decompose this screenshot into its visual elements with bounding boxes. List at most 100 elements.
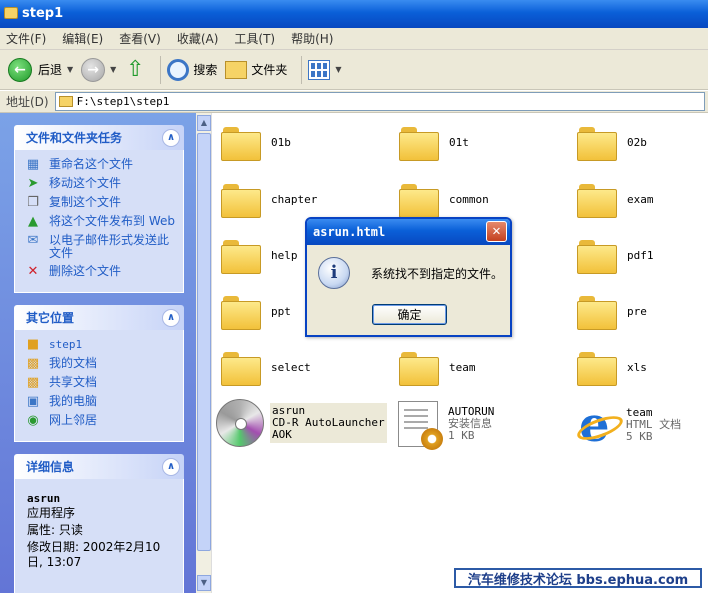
forward-arrow-icon: → (81, 57, 106, 82)
folder-label: pdf1 (627, 248, 654, 262)
scroll-up-icon[interactable]: ▲ (197, 115, 211, 131)
address-path: F:\step1\step1 (76, 95, 170, 108)
folder-icon: ■ (26, 337, 40, 352)
other-places-header[interactable]: 其它位置 ∧ (14, 305, 184, 330)
chevron-down-icon[interactable]: ▼ (110, 65, 116, 74)
folder-item[interactable]: chapter (221, 182, 317, 218)
place-label: 我的电脑 (49, 394, 98, 408)
place-label: 共享文档 (49, 375, 98, 389)
folder-icon (399, 350, 439, 386)
folder-item[interactable]: team (399, 350, 476, 386)
folder-icon (577, 238, 617, 274)
details-title: 详细信息 (26, 460, 75, 474)
back-button[interactable]: ← 后退 ▼ (8, 57, 73, 82)
folder-item[interactable]: ppt (221, 294, 291, 330)
file-item-asrun[interactable]: asrun CD-R AutoLauncher AOK (216, 399, 387, 447)
details-modified: 修改日期: 2002年2月10日, 13:07 (27, 540, 161, 569)
folder-icon (577, 350, 617, 386)
place-my-computer[interactable]: ▣ 我的电脑 (25, 395, 175, 409)
email-icon: ✉ (27, 233, 39, 248)
folder-item[interactable]: xls (577, 350, 647, 386)
cd-icon (216, 399, 264, 447)
task-label: 删除这个文件 (49, 264, 122, 278)
task-delete[interactable]: ✕ 删除这个文件 (25, 265, 175, 279)
details-file-type: 应用程序 (27, 506, 76, 520)
views-icon (308, 59, 331, 80)
folder-item[interactable]: 01b (221, 125, 291, 161)
rename-icon: ▦ (26, 157, 40, 172)
forward-button[interactable]: → ▼ (81, 57, 116, 82)
folder-label: 01t (449, 135, 469, 149)
folder-item[interactable]: exam (577, 182, 654, 218)
folder-item[interactable]: pre (577, 294, 647, 330)
vertical-scrollbar[interactable]: ▲ ▼ (196, 113, 212, 593)
back-arrow-icon: ← (8, 57, 32, 82)
address-label: 地址(D) (6, 95, 49, 109)
folder-up-icon: ⇧ (126, 56, 145, 82)
file-item-autorun[interactable]: AUTORUN 安装信息 1 KB (398, 401, 494, 450)
copy-icon: ❐ (27, 195, 39, 210)
views-button[interactable]: ▼ (308, 59, 342, 80)
task-publish-web[interactable]: ▲ 将这个文件发布到 Web (25, 215, 175, 229)
folder-label: 02b (627, 135, 647, 149)
chevron-down-icon[interactable]: ▼ (335, 65, 341, 74)
my-documents-icon: ▩ (26, 356, 40, 371)
info-icon: i (318, 257, 350, 289)
move-icon: ➤ (27, 176, 39, 191)
collapse-up-icon[interactable]: ∧ (162, 128, 180, 147)
toolbar-divider (301, 55, 303, 84)
address-input[interactable]: F:\step1\step1 (54, 92, 705, 111)
task-label: 将这个文件发布到 Web (49, 214, 175, 228)
scroll-thumb[interactable] (197, 133, 211, 551)
folder-label: common (449, 192, 489, 206)
error-dialog: asrun.html ✕ i 系统找不到指定的文件。 确定 (305, 217, 512, 337)
folder-item[interactable]: select (221, 350, 311, 386)
folder-item[interactable]: help (221, 238, 298, 274)
folder-icon (4, 7, 18, 19)
file-tasks-title: 文件和文件夹任务 (26, 131, 123, 145)
details-header[interactable]: 详细信息 ∧ (14, 454, 184, 479)
ok-button[interactable]: 确定 (372, 304, 447, 325)
toolbar: ← 后退 ▼ → ▼ ⇧ 搜索 文件夹 ▼ (0, 50, 708, 90)
place-step1[interactable]: ■ step1 (25, 338, 175, 352)
chevron-down-icon[interactable]: ▼ (67, 65, 73, 74)
place-my-documents[interactable]: ▩ 我的文档 (25, 357, 175, 371)
folder-label: help (271, 248, 298, 262)
folder-item[interactable]: 02b (577, 125, 647, 161)
place-network[interactable]: ◉ 网上邻居 (25, 414, 175, 428)
folder-icon (58, 96, 73, 107)
publish-web-icon: ▲ (28, 214, 38, 229)
folders-button[interactable]: 文件夹 (225, 60, 287, 79)
task-email[interactable]: ✉ 以电子邮件形式发送此文件 (25, 234, 175, 260)
menu-edit[interactable]: 编辑(E) (62, 30, 103, 47)
menu-favorites[interactable]: 收藏(A) (177, 30, 219, 47)
collapse-up-icon[interactable]: ∧ (162, 457, 180, 476)
task-rename[interactable]: ▦ 重命名这个文件 (25, 158, 175, 172)
place-shared-documents[interactable]: ▩ 共享文档 (25, 376, 175, 390)
up-button[interactable]: ⇧ (124, 56, 146, 82)
folder-item[interactable]: common (399, 182, 489, 218)
delete-icon: ✕ (27, 264, 39, 279)
collapse-up-icon[interactable]: ∧ (162, 308, 180, 327)
scroll-down-icon[interactable]: ▼ (197, 575, 211, 591)
search-button[interactable]: 搜索 (167, 58, 217, 81)
task-copy[interactable]: ❐ 复制这个文件 (25, 196, 175, 210)
task-label: 以电子邮件形式发送此文件 (49, 233, 170, 260)
menu-help[interactable]: 帮助(H) (291, 30, 333, 47)
shared-documents-icon: ▩ (26, 375, 40, 390)
close-icon[interactable]: ✕ (486, 221, 507, 242)
menu-tools[interactable]: 工具(T) (234, 30, 275, 47)
menu-view[interactable]: 查看(V) (119, 30, 161, 47)
file-item-team-html[interactable]: team HTML 文档 5 KB (576, 397, 681, 453)
folder-icon (399, 182, 439, 218)
window-titlebar[interactable]: step1 (0, 0, 708, 28)
folder-item[interactable]: pdf1 (577, 238, 654, 274)
file-tasks-header[interactable]: 文件和文件夹任务 ∧ (14, 125, 184, 150)
place-label: 网上邻居 (49, 413, 98, 427)
dialog-titlebar[interactable]: asrun.html ✕ (307, 219, 510, 245)
folder-icon (399, 125, 439, 161)
folder-item[interactable]: 01t (399, 125, 469, 161)
menu-file[interactable]: 文件(F) (6, 30, 46, 47)
task-pane: 文件和文件夹任务 ∧ ▦ 重命名这个文件 ➤ 移动这个文件 ❐ 复制这个文件 ▲ 将这个… (0, 113, 196, 593)
task-move[interactable]: ➤ 移动这个文件 (25, 177, 175, 191)
